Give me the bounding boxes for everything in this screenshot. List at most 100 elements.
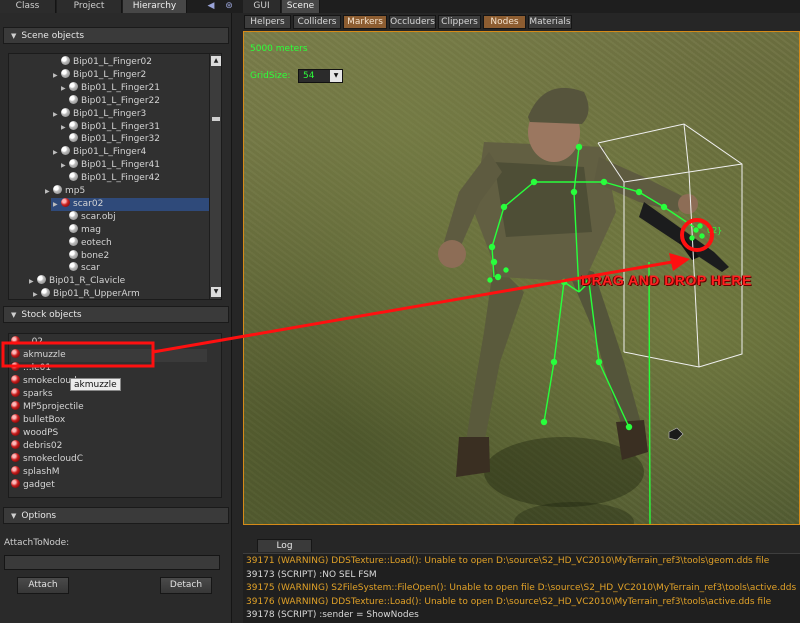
tab-options-icon[interactable]: ⊛ xyxy=(222,1,236,12)
scene-tree-scrollbar[interactable]: ▲ ▼ xyxy=(209,54,221,299)
toolbar-clippers-button[interactable]: Clippers xyxy=(438,15,481,29)
top-tab-bar: Class Project Hierarchy ◀ ⊛ GUI Scene xyxy=(0,0,800,13)
stock-item-label: smokecloud xyxy=(23,376,77,386)
tree-row-label: Bip01_L_Finger32 xyxy=(81,134,160,145)
stock-object-sphere-icon xyxy=(11,362,20,371)
scene-toolbar: Helpers Colliders Markers Occluders Clippers… xyxy=(243,13,800,30)
tree-row[interactable]: ▶ Bip01_R_Clavicle xyxy=(9,275,125,288)
tree-row[interactable]: ▶ Bip01_L_Finger2 xyxy=(9,68,146,82)
scene-objects-tree[interactable]: Bip01_L_Finger02 ▶ Bip01_L_Finger2 ▶ Bip01_L… xyxy=(8,53,222,300)
tree-row[interactable]: Bip01_L_Finger02 xyxy=(9,56,152,69)
expand-arrow-icon[interactable]: ▶ xyxy=(53,108,61,121)
attach-button[interactable]: Attach xyxy=(17,577,69,594)
stock-list-item[interactable]: sparks xyxy=(11,388,53,401)
expand-arrow-icon[interactable]: ▶ xyxy=(61,82,69,95)
scroll-down-icon[interactable]: ▼ xyxy=(211,287,221,297)
stock-item-label: debris02 xyxy=(23,441,63,451)
stock-list-item[interactable]: smokecloudC xyxy=(11,453,83,466)
tree-row[interactable]: scar.obj xyxy=(9,210,116,224)
toolbar-occluders-button[interactable]: Occluders xyxy=(389,15,436,29)
log-line: 39173 (SCRIPT) :NO SEL FSM xyxy=(246,569,377,580)
tree-row[interactable]: mag xyxy=(9,223,101,237)
scroll-thumb[interactable] xyxy=(212,117,220,121)
stock-list-item[interactable]: MP5projectile xyxy=(11,401,84,414)
scroll-up-icon[interactable]: ▲ xyxy=(211,56,221,66)
scene-viewport[interactable]: 02} 5000 meters GridSize: 54 ▼ DRAG AND … xyxy=(243,31,800,525)
tree-row[interactable]: ▶ Bip01_L_Finger21 xyxy=(9,81,160,95)
expand-arrow-icon[interactable]: ▶ xyxy=(45,185,53,198)
toolbar-markers-button[interactable]: Markers xyxy=(343,15,387,29)
expand-arrow-icon[interactable]: ▶ xyxy=(29,275,37,288)
toolbar-materials-button[interactable]: Materials xyxy=(528,15,572,29)
options-header[interactable]: ▼ Options xyxy=(3,507,229,524)
tab-scene[interactable]: Scene xyxy=(282,0,320,13)
collapse-triangle-icon[interactable]: ▼ xyxy=(11,311,16,319)
scene-objects-header[interactable]: ▼ Scene objects xyxy=(3,27,229,44)
tree-row[interactable]: ▶ Bip01_L_Finger41 xyxy=(9,159,160,172)
log-panel[interactable]: 39171 (WARNING) DDSTexture::Load(): Unab… xyxy=(243,553,800,623)
object-red-sphere-icon xyxy=(61,197,70,207)
stock-list-item[interactable]: ...02 xyxy=(11,336,43,349)
stock-list-item[interactable]: akmuzzle xyxy=(11,349,207,362)
stock-object-sphere-icon xyxy=(11,375,20,384)
tree-row-label: Bip01_L_Finger4 xyxy=(73,147,147,158)
tree-row[interactable]: Bip01_L_Finger42 xyxy=(9,172,160,185)
tree-row[interactable]: Bip01_L_Finger32 xyxy=(9,133,160,146)
stock-list-item[interactable]: bulletBox xyxy=(11,414,65,427)
tree-row[interactable]: ▶ Bip01_L_Finger3 xyxy=(9,107,146,121)
tree-row-label: eotech xyxy=(81,237,112,248)
grid-size-select[interactable]: 54 ▼ xyxy=(298,69,343,83)
drag-tooltip: akmuzzle xyxy=(70,378,121,391)
expand-arrow-icon[interactable]: ▶ xyxy=(53,146,61,159)
expand-arrow-icon[interactable]: ▶ xyxy=(61,159,69,172)
stock-object-sphere-icon xyxy=(11,388,20,397)
collapse-triangle-icon[interactable]: ▼ xyxy=(11,32,16,40)
stock-list-item[interactable]: debris02 xyxy=(11,440,62,453)
tab-hierarchy[interactable]: Hierarchy xyxy=(123,0,187,13)
tree-row[interactable]: ▶ scar02 xyxy=(51,197,221,211)
log-line: 39178 (SCRIPT) :sender = ShowNodes xyxy=(246,610,419,620)
tab-scroll-left-icon[interactable]: ◀ xyxy=(204,1,218,12)
tab-log[interactable]: Log xyxy=(257,539,312,552)
grid-size-value: 54 xyxy=(303,71,315,81)
tree-row[interactable]: bone2 xyxy=(9,249,109,263)
tab-project[interactable]: Project xyxy=(57,0,122,13)
tree-row[interactable]: scar xyxy=(9,262,100,275)
expand-arrow-icon[interactable]: ▶ xyxy=(61,121,69,134)
collapse-triangle-icon[interactable]: ▼ xyxy=(11,512,16,520)
tree-row[interactable]: ▶ Bip01_L_Finger31 xyxy=(9,120,160,134)
node-sphere-icon xyxy=(61,107,70,117)
node-sphere-icon xyxy=(69,262,78,272)
tree-row-label: scar02 xyxy=(73,198,104,209)
log-line: 39175 (WARNING) S2FileSystem::FileOpen()… xyxy=(246,583,797,593)
tree-row[interactable]: eotech xyxy=(9,236,112,250)
object-marker-icon xyxy=(668,427,684,441)
stock-list-item[interactable]: smokecloud xyxy=(11,375,77,388)
stock-list-item[interactable]: gadget xyxy=(11,479,55,492)
stock-objects-header[interactable]: ▼ Stock objects xyxy=(3,306,229,323)
stock-item-label: MP5projectile xyxy=(23,402,84,412)
tab-class[interactable]: Class xyxy=(0,0,56,13)
tree-row-label: Bip01_R_UpperArm xyxy=(53,289,140,300)
tree-row[interactable]: ▶ Bip01_R_UpperArm xyxy=(9,288,140,300)
tab-gui[interactable]: GUI xyxy=(243,0,281,13)
stock-object-sphere-icon xyxy=(11,349,20,358)
expand-arrow-icon[interactable]: ▶ xyxy=(53,198,61,211)
expand-arrow-icon[interactable]: ▶ xyxy=(53,69,61,82)
chevron-down-icon[interactable]: ▼ xyxy=(330,70,342,82)
tree-row[interactable]: Bip01_L_Finger22 xyxy=(9,94,160,108)
stock-list-item[interactable]: splashM xyxy=(11,466,60,479)
tree-row[interactable]: ▶ Bip01_L_Finger4 xyxy=(9,146,146,159)
detach-button[interactable]: Detach xyxy=(160,577,212,594)
toolbar-helpers-button[interactable]: Helpers xyxy=(244,15,291,29)
toolbar-nodes-button[interactable]: Nodes xyxy=(483,15,526,29)
stock-list-item[interactable]: woodPS xyxy=(11,427,58,440)
stock-list-item[interactable]: ...le01 xyxy=(11,362,51,375)
stock-object-sphere-icon xyxy=(11,466,20,475)
tree-row-label: mp5 xyxy=(65,186,86,196)
tree-row[interactable]: ▶ mp5 xyxy=(9,185,85,198)
stock-objects-list[interactable]: ...02 akmuzzle ...le01 smokecloud sparks MP5p… xyxy=(8,333,222,498)
attach-to-node-input[interactable] xyxy=(4,555,220,570)
toolbar-colliders-button[interactable]: Colliders xyxy=(293,15,341,29)
expand-arrow-icon[interactable]: ▶ xyxy=(33,288,41,299)
